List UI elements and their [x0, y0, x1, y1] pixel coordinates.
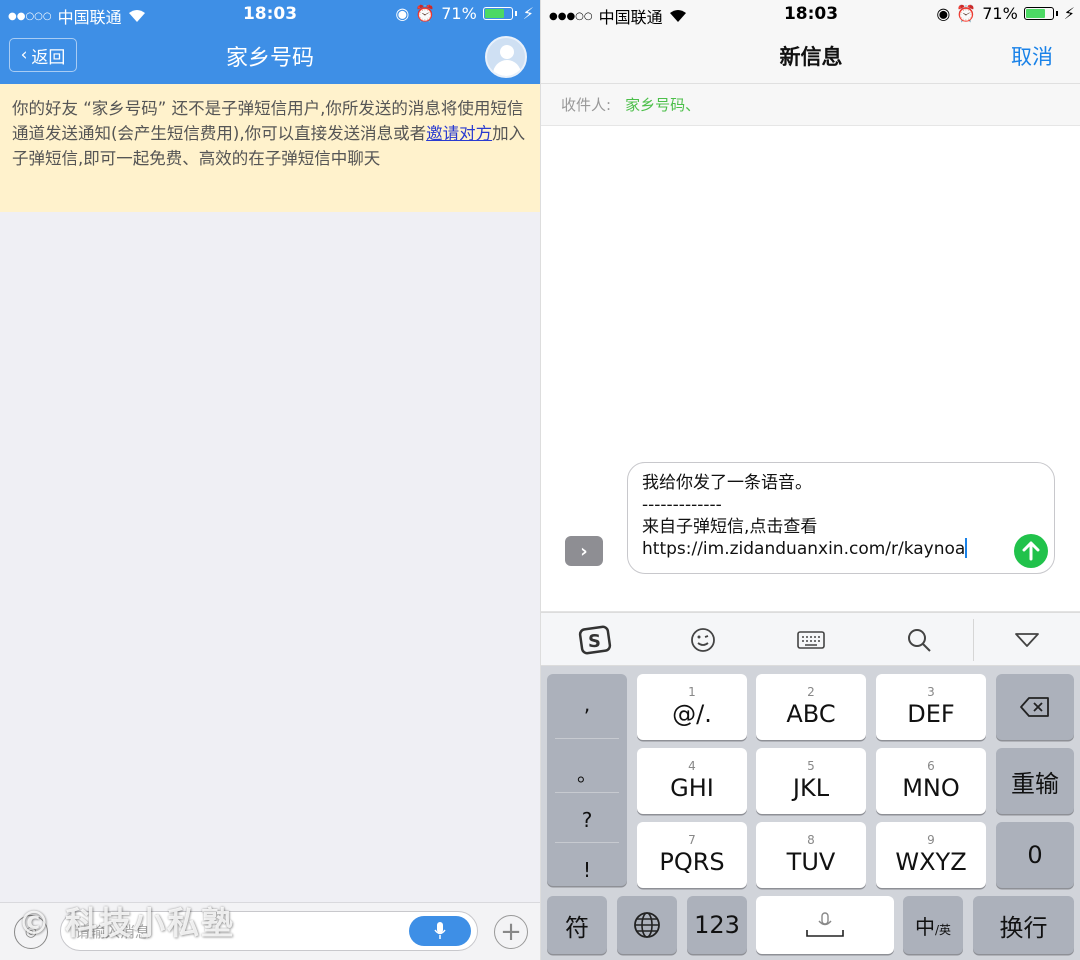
mic-button[interactable]: [409, 916, 471, 946]
return-key[interactable]: 换行: [973, 896, 1074, 954]
punct-key[interactable]: 。: [547, 758, 627, 787]
hide-keyboard-icon[interactable]: [1007, 621, 1047, 659]
recipient-label: 收件人:: [561, 96, 612, 114]
language-key[interactable]: 中/英: [903, 896, 963, 954]
delete-key[interactable]: [996, 674, 1074, 740]
add-button[interactable]: +: [494, 915, 528, 949]
chevron-right-icon: ›: [580, 540, 588, 562]
message-line: 来自子弹短信,点击查看: [642, 517, 818, 537]
key-2[interactable]: 2 ABC: [756, 674, 866, 740]
keyboard-toolbar: S: [541, 612, 1080, 666]
space-key[interactable]: [756, 896, 894, 954]
lock-rotation-icon: ◉: [395, 4, 410, 23]
globe-key[interactable]: [617, 896, 677, 954]
retype-key[interactable]: 重输: [996, 748, 1074, 814]
keyboard: , 。 ? ! 1 @/. 2 ABC 3 DEF 4 GHI 5 JKL 6 MNO 重输…: [541, 666, 1080, 960]
recipient-value[interactable]: 家乡号码、: [625, 94, 700, 115]
expand-apps-button[interactable]: ›: [565, 536, 603, 566]
emoji-icon[interactable]: [683, 621, 723, 659]
svg-text:S: S: [588, 631, 601, 652]
lang-main: 中: [914, 914, 935, 939]
watermark: © 科技小私塾: [18, 904, 236, 942]
punct-key[interactable]: !: [547, 858, 627, 882]
message-field[interactable]: 我给你发了一条语音。 ------------- 来自子弹短信,点击查看 htt…: [627, 462, 1055, 574]
numbers-key[interactable]: 123: [687, 896, 747, 954]
recipient-row[interactable]: 收件人: 家乡号码、: [541, 84, 1080, 126]
charging-icon: ⚡: [522, 4, 534, 23]
charging-icon: ⚡: [1063, 4, 1075, 23]
key-9[interactable]: 9 WXYZ: [876, 822, 986, 888]
lock-rotation-icon: ◉: [936, 4, 951, 23]
status-bar: ●●●○○ 中国联通 18:03 ◉ ⏰ 71% ⚡: [541, 0, 1080, 28]
battery-percent: 71%: [441, 4, 477, 23]
message-link: https://im.zidanduanxin.com/r/kaynoa: [642, 539, 966, 559]
battery-icon: [482, 7, 513, 20]
battery-percent: 71%: [982, 4, 1018, 23]
alarm-icon: ⏰: [956, 4, 977, 23]
mic-icon: [434, 922, 446, 939]
punct-key[interactable]: ,: [547, 692, 627, 716]
send-button[interactable]: [1014, 534, 1048, 568]
nav-bar: ‹ 返回 家乡号码: [0, 28, 540, 84]
nav-bar: 新信息 取消: [541, 28, 1080, 84]
right-new-message-screen: ●●●○○ 中国联通 18:03 ◉ ⏰ 71% ⚡ 新信息 取消 收件人: 家…: [540, 0, 1080, 960]
search-icon[interactable]: [899, 621, 939, 659]
key-4[interactable]: 4 GHI: [637, 748, 747, 814]
status-bar: ●●○○○ 中国联通 18:03 ◉ ⏰ 71% ⚡: [0, 0, 540, 28]
avatar[interactable]: [485, 36, 527, 78]
compose-area: › 我给你发了一条语音。 ------------- 来自子弹短信,点击查看 h…: [541, 450, 1080, 612]
key-1[interactable]: 1 @/.: [637, 674, 747, 740]
cancel-button[interactable]: 取消: [1011, 41, 1053, 71]
text-caret: [965, 538, 968, 558]
globe-icon: [634, 912, 660, 938]
page-title: 家乡号码: [225, 46, 314, 71]
punct-key[interactable]: ?: [547, 808, 627, 832]
backspace-icon: [1020, 697, 1049, 717]
mic-icon: [806, 912, 844, 937]
left-chat-screen: ●●○○○ 中国联通 18:03 ◉ ⏰ 71% ⚡ ‹ 返回 家乡号码 你的好…: [0, 0, 540, 960]
symbols-key[interactable]: 符: [547, 896, 607, 954]
key-8[interactable]: 8 TUV: [756, 822, 866, 888]
arrow-up-icon: [1022, 541, 1040, 561]
key-3[interactable]: 3 DEF: [876, 674, 986, 740]
battery-icon: [1023, 7, 1054, 20]
key-6[interactable]: 6 MNO: [876, 748, 986, 814]
keyboard-icon[interactable]: [791, 621, 831, 659]
alarm-icon: ⏰: [415, 4, 436, 23]
message-line: 我给你发了一条语音。: [642, 473, 812, 493]
sogou-logo-icon[interactable]: S: [575, 621, 615, 659]
key-7[interactable]: 7 PQRS: [637, 822, 747, 888]
invite-link[interactable]: 邀请对方: [426, 124, 492, 143]
page-title: 新信息: [779, 45, 843, 69]
lang-sub: 英: [939, 922, 952, 937]
key-0[interactable]: 0: [996, 822, 1074, 888]
sms-notice-banner: 你的好友 “家乡号码” 还不是子弹短信用户,你所发送的消息将使用短信通道发送通知…: [0, 84, 540, 212]
punctuation-column: , 。 ? !: [547, 674, 627, 886]
key-5[interactable]: 5 JKL: [756, 748, 866, 814]
message-line: -------------: [642, 495, 722, 515]
